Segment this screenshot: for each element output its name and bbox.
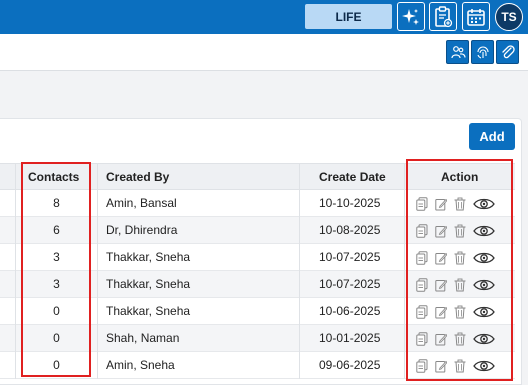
copy-icon[interactable] <box>416 277 428 292</box>
row-actions <box>416 276 506 293</box>
create-date: 10-07-2025 <box>319 277 381 291</box>
copy-icon[interactable] <box>416 196 428 211</box>
table-header: Contacts Created By Create Date Action <box>0 163 515 191</box>
trash-icon[interactable] <box>454 359 466 373</box>
row-actions <box>416 357 506 374</box>
table-row: 3 Thakkar, Sneha 10-07-2025 <box>0 271 515 298</box>
users-icon[interactable] <box>446 40 469 64</box>
created-by: Thakkar, Sneha <box>106 304 191 318</box>
create-date: 09-06-2025 <box>319 358 381 372</box>
contacts-count: 0 <box>53 304 60 318</box>
view-icon[interactable] <box>473 305 495 319</box>
view-icon[interactable] <box>473 278 495 292</box>
copy-icon[interactable] <box>416 223 428 238</box>
edit-icon[interactable] <box>435 359 448 373</box>
table-row: 0 Thakkar, Sneha 10-06-2025 <box>0 298 515 325</box>
copy-icon[interactable] <box>416 331 428 346</box>
trash-icon[interactable] <box>454 332 466 346</box>
fingerprint-icon[interactable] <box>471 40 494 64</box>
row-actions <box>416 195 506 212</box>
trash-icon[interactable] <box>454 251 466 265</box>
created-by: Thakkar, Sneha <box>106 277 191 291</box>
header-contacts[interactable]: Contacts <box>28 164 79 191</box>
trash-icon[interactable] <box>454 278 466 292</box>
edit-icon[interactable] <box>435 278 448 292</box>
trash-icon[interactable] <box>454 197 466 211</box>
sparkle-icon[interactable] <box>397 2 425 31</box>
edit-icon[interactable] <box>435 224 448 238</box>
life-button[interactable]: LIFE <box>305 4 392 29</box>
contacts-count: 0 <box>53 331 60 345</box>
paperclip-icon[interactable] <box>496 40 519 64</box>
table-row: 6 Dr, Dhirendra 10-08-2025 <box>0 217 515 244</box>
create-date: 10-07-2025 <box>319 250 381 264</box>
trash-icon[interactable] <box>454 305 466 319</box>
created-by: Thakkar, Sneha <box>106 250 191 264</box>
add-button[interactable]: Add <box>469 123 515 150</box>
view-icon[interactable] <box>473 224 495 238</box>
created-by: Dr, Dhirendra <box>106 223 178 237</box>
table-row: 3 Thakkar, Sneha 10-07-2025 <box>0 244 515 271</box>
view-icon[interactable] <box>473 197 495 211</box>
created-by: Shah, Naman <box>106 331 180 345</box>
view-icon[interactable] <box>473 332 495 346</box>
contacts-count: 3 <box>53 250 60 264</box>
row-actions <box>416 249 506 266</box>
row-actions <box>416 222 506 239</box>
trash-icon[interactable] <box>454 224 466 238</box>
create-date: 10-06-2025 <box>319 304 381 318</box>
row-actions <box>416 330 506 347</box>
copy-icon[interactable] <box>416 304 428 319</box>
user-avatar[interactable]: TS <box>495 3 523 31</box>
contacts-count: 6 <box>53 223 60 237</box>
contacts-count: 8 <box>53 196 60 210</box>
create-date: 10-10-2025 <box>319 196 381 210</box>
create-date: 10-01-2025 <box>319 331 381 345</box>
table-row: 0 Shah, Naman 10-01-2025 <box>0 325 515 352</box>
header-action: Action <box>441 170 479 184</box>
created-by: Amin, Bansal <box>106 196 177 210</box>
copy-icon[interactable] <box>416 250 428 265</box>
create-date: 10-08-2025 <box>319 223 381 237</box>
header-create-date[interactable]: Create Date <box>319 164 386 191</box>
calendar-icon[interactable] <box>462 2 490 31</box>
row-actions <box>416 303 506 320</box>
copy-icon[interactable] <box>416 358 428 373</box>
edit-icon[interactable] <box>435 332 448 346</box>
contacts-count: 0 <box>53 358 60 372</box>
header-created-by[interactable]: Created By <box>106 164 169 191</box>
view-icon[interactable] <box>473 359 495 373</box>
edit-icon[interactable] <box>435 251 448 265</box>
table-row: 0 Amin, Sneha 09-06-2025 <box>0 352 515 379</box>
view-icon[interactable] <box>473 251 495 265</box>
edit-icon[interactable] <box>435 197 448 211</box>
clipboard-add-icon[interactable] <box>429 2 457 31</box>
table-row: 8 Amin, Bansal 10-10-2025 <box>0 190 515 217</box>
contacts-count: 3 <box>53 277 60 291</box>
created-by: Amin, Sneha <box>106 358 175 372</box>
edit-icon[interactable] <box>435 305 448 319</box>
